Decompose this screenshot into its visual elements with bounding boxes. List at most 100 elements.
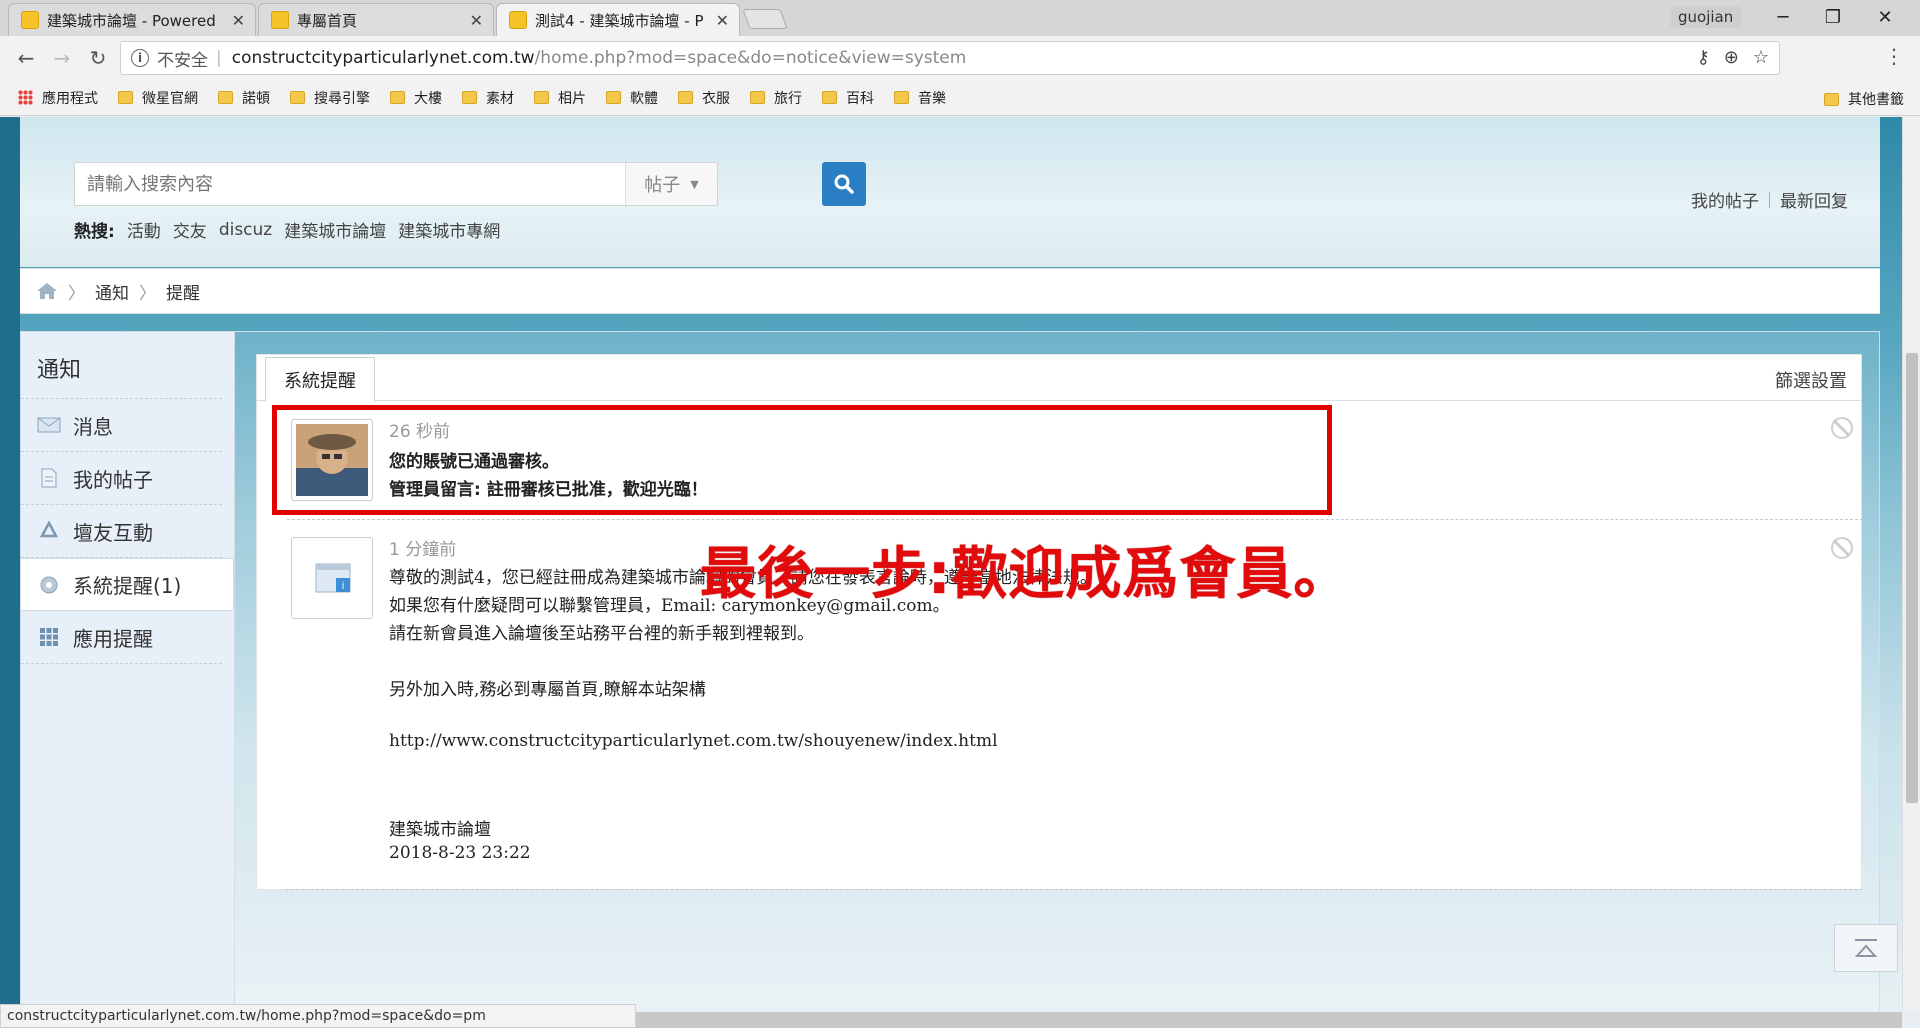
security-label: 不安全 [157, 50, 208, 71]
favicon-icon [21, 11, 39, 29]
zoom-icon[interactable]: ⊕ [1724, 47, 1739, 68]
folder-icon [606, 91, 621, 104]
horizontal-scrollbar[interactable] [636, 1012, 1902, 1028]
close-tab-icon[interactable]: ✕ [470, 11, 483, 30]
close-tab-icon[interactable]: ✕ [716, 11, 729, 30]
browser-toolbar: ← → ↻ i 不安全 | constructcityparticularlyn… [0, 36, 1920, 80]
bookmark-folder[interactable]: 大樓 [390, 88, 442, 108]
bookmark-apps[interactable]: 應用程式 [18, 88, 98, 108]
divider [286, 889, 1862, 890]
address-bar[interactable]: i 不安全 | constructcityparticularlynet.com… [120, 41, 1780, 75]
address-separator: | [216, 48, 222, 68]
bookmark-folder[interactable]: 音樂 [894, 88, 946, 108]
apps-grid-icon [37, 627, 61, 647]
browser-menu-icon[interactable]: ⋮ [1884, 44, 1904, 68]
breadcrumb-notice[interactable]: 通知 [95, 279, 129, 304]
forward-icon[interactable]: → [48, 44, 76, 72]
profile-name[interactable]: guojian [1670, 6, 1742, 28]
hot-search-link[interactable]: 交友 [173, 217, 207, 242]
bookmarks-bar: 應用程式 微星官網 諾頓 搜尋引擎 大樓 素材 相片 軟體 衣服 旅行 百科 音… [0, 80, 1920, 116]
gear-icon [37, 575, 61, 595]
browser-tab-home[interactable]: 專屬首頁 ✕ [258, 3, 494, 36]
home-icon[interactable] [36, 282, 58, 300]
sidebar-title: 通知 [21, 332, 222, 399]
filter-settings-link[interactable]: 篩選設置 [1775, 367, 1847, 393]
latest-replies-link[interactable]: 最新回复 [1780, 187, 1848, 212]
folder-icon [290, 91, 305, 104]
notice-panel: 系統提醒 篩選設置 26 秒前 您的賬號已通過審核。 管理員留言: 註冊審核已批… [256, 354, 1863, 890]
dismiss-icon[interactable] [1831, 417, 1853, 439]
bookmark-folder[interactable]: 軟體 [606, 88, 658, 108]
sidebar-item-my-posts[interactable]: 我的帖子 [21, 452, 222, 505]
star-icon[interactable]: ☆ [1753, 47, 1769, 68]
folder-icon [534, 91, 549, 104]
key-icon[interactable]: ⚷ [1697, 47, 1710, 68]
sidebar-item-messages[interactable]: 消息 [21, 399, 222, 452]
bookmark-folder[interactable]: 素材 [462, 88, 514, 108]
other-bookmarks[interactable]: 其他書籤 [1824, 89, 1904, 109]
back-to-top-button[interactable] [1834, 924, 1898, 972]
bookmark-folder[interactable]: 微星官網 [118, 88, 198, 108]
bookmark-folder[interactable]: 搜尋引擎 [290, 88, 370, 108]
folder-icon [390, 91, 405, 104]
reload-icon[interactable]: ↻ [84, 44, 112, 72]
sidebar-item-system[interactable]: 系統提醒(1) [21, 558, 234, 611]
sidebar-item-label: 系統提醒(1) [73, 574, 182, 598]
address-path: /home.php?mod=space&do=notice&view=syste… [534, 48, 967, 68]
caret-down-icon: ▼ [690, 177, 699, 191]
breadcrumb-separator: 〉 [68, 283, 85, 304]
favicon-icon [509, 11, 527, 29]
browser-tab-active[interactable]: 測試4 - 建築城市論壇 - P ✕ [496, 3, 740, 36]
bookmark-folder[interactable]: 相片 [534, 88, 586, 108]
bookmark-folder[interactable]: 旅行 [750, 88, 802, 108]
tab-title: 建築城市論壇 - Powered [47, 11, 216, 30]
breadcrumb-reminder: 提醒 [166, 283, 200, 304]
tab-system-reminder[interactable]: 系統提醒 [265, 357, 375, 402]
hot-search-link[interactable]: discuz [219, 220, 272, 240]
document-icon [37, 468, 61, 488]
search-input[interactable] [75, 163, 625, 205]
address-host: constructcityparticularlynet.com.tw [231, 48, 535, 68]
page-viewport: 帖子 ▼ 熱搜: 活動 交友 discuz 建築城市論壇 建築城市專網 我的帖子… [0, 117, 1902, 1010]
bookmark-folder[interactable]: 百科 [822, 88, 874, 108]
hot-search-link[interactable]: 建築城市專網 [398, 217, 500, 242]
sidebar-item-label: 我的帖子 [73, 467, 153, 492]
folder-icon [822, 91, 837, 104]
restore-icon[interactable]: ❐ [1808, 0, 1858, 34]
notice-link[interactable]: http://www.constructcityparticularlynet.… [389, 731, 998, 751]
my-posts-link[interactable]: 我的帖子 [1691, 187, 1759, 212]
highlight-box [272, 405, 1332, 515]
sidebar-item-label: 應用提醒 [73, 626, 153, 651]
sidebar: 通知 消息 我的帖子 壇友互動 系統提醒(1) 應用提醒 [20, 331, 235, 1010]
folder-icon [118, 91, 133, 104]
tab-title: 專屬首頁 [297, 11, 358, 30]
bookmark-folder[interactable]: 衣服 [678, 88, 730, 108]
sidebar-item-label: 消息 [73, 414, 113, 439]
search-type-select[interactable]: 帖子 ▼ [625, 163, 717, 205]
sidebar-item-interaction[interactable]: 壇友互動 [21, 505, 222, 558]
search-icon [834, 174, 854, 194]
search-button[interactable] [822, 162, 866, 206]
close-tab-icon[interactable]: ✕ [232, 11, 245, 30]
close-window-icon[interactable]: ✕ [1860, 0, 1910, 34]
info-icon[interactable]: i [131, 49, 149, 67]
folder-icon [678, 91, 693, 104]
browser-tab-forum[interactable]: 建築城市論壇 - Powered ✕ [8, 3, 256, 36]
annotation-caption: 最後一步:歡迎成爲會員。 [700, 542, 1351, 607]
page-scrollbar[interactable] [1902, 117, 1920, 1010]
bookmark-folder[interactable]: 諾頓 [218, 88, 270, 108]
scrollbar-thumb[interactable] [1906, 353, 1918, 803]
folder-icon [1824, 92, 1839, 106]
minimize-icon[interactable]: ─ [1758, 0, 1808, 34]
notice-text: 請在新會員進入論壇後至站務平台裡的新手報到裡報到。 [389, 624, 814, 644]
back-icon[interactable]: ← [12, 44, 40, 72]
divider [287, 519, 1863, 520]
hot-search-link[interactable]: 建築城市論壇 [284, 217, 386, 242]
browser-tab-strip: 建築城市論壇 - Powered ✕ 專屬首頁 ✕ 測試4 - 建築城市論壇 -… [0, 0, 1920, 36]
hot-search-link[interactable]: 活動 [127, 217, 161, 242]
new-tab-button[interactable] [742, 9, 788, 29]
notice-time: 1 分鐘前 [389, 540, 457, 560]
notice-date: 2018-8-23 23:22 [389, 843, 531, 863]
sidebar-item-app-reminder[interactable]: 應用提醒 [21, 611, 222, 664]
dismiss-icon[interactable] [1831, 537, 1853, 559]
